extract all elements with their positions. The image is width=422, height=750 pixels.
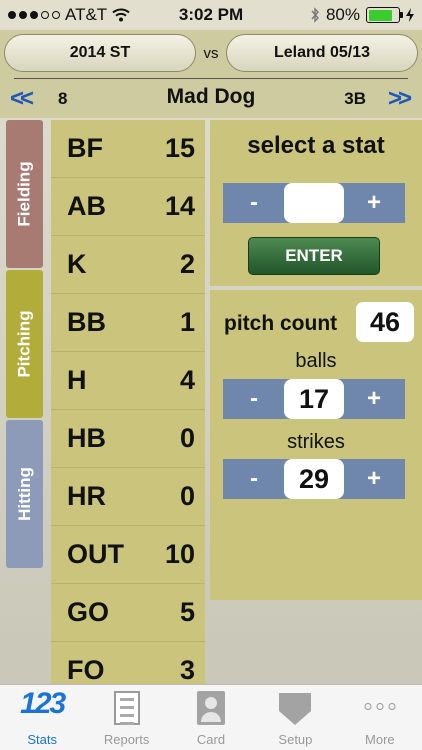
balls-decrement-button[interactable]: - (229, 379, 279, 419)
setup-icon (279, 693, 312, 725)
stat-row-hr[interactable]: HR 0 (51, 468, 205, 526)
stat-row-bb[interactable]: BB 1 (51, 294, 205, 352)
tab-more-label: More (365, 732, 395, 747)
pitch-count-value: 46 (356, 302, 414, 342)
stat-value: 0 (179, 423, 195, 453)
strikes-stepper: - 29 + (223, 459, 405, 499)
tab-hitting[interactable]: Hitting (6, 420, 43, 568)
bottom-tab-bar: 123 Stats Reports Card Setup More (0, 684, 422, 750)
balls-label: balls (295, 350, 337, 372)
enter-button[interactable]: ENTER (248, 237, 380, 275)
tab-stats-label: Stats (27, 732, 58, 747)
vs-label: vs (203, 45, 219, 62)
stat-value: 1 (179, 307, 195, 337)
stat-value: 5 (179, 597, 195, 627)
battery-percent: 80% (325, 5, 360, 24)
tab-setup-label: Setup (278, 732, 313, 747)
game-selector-button[interactable]: Leland 05/13 (226, 34, 418, 72)
header-divider (14, 78, 408, 79)
tab-reports[interactable]: Reports (84, 685, 168, 750)
bluetooth-icon (311, 7, 319, 23)
stat-row-out[interactable]: OUT 10 (51, 526, 205, 584)
next-player-button[interactable]: >> (388, 85, 412, 113)
reports-icon (113, 691, 140, 725)
stat-value: 14 (164, 191, 195, 221)
stat-value-field[interactable] (284, 183, 344, 223)
stat-name: BB (67, 307, 106, 337)
stat-value: 10 (164, 539, 195, 569)
tab-reports-label: Reports (103, 732, 150, 747)
card-icon (197, 691, 226, 725)
balls-value: 17 (284, 379, 344, 419)
stat-row-bf[interactable]: BF 15 (51, 120, 205, 178)
battery-icon (366, 7, 403, 23)
stat-name: FO (67, 655, 105, 684)
stat-value: 3 (179, 655, 195, 684)
status-bar: AT&T 3:02 PM 80% (0, 0, 422, 30)
tab-fielding[interactable]: Fielding (6, 120, 43, 268)
stat-name: H (67, 365, 87, 395)
pitch-count-panel: pitch count 46 balls - 17 + strikes - 29… (210, 290, 422, 600)
stats-list[interactable]: BF 15 AB 14 K 2 BB 1 H 4 HB 0 HR 0 OUT 1… (51, 120, 205, 684)
stat-value: 15 (164, 133, 195, 163)
tab-setup[interactable]: Setup (253, 685, 337, 750)
stat-value: 4 (179, 365, 195, 395)
stat-name: HR (67, 481, 106, 511)
stat-row-ab[interactable]: AB 14 (51, 178, 205, 236)
balls-increment-button[interactable]: + (349, 379, 399, 419)
stat-name: GO (67, 597, 110, 627)
status-right: 80% (310, 5, 414, 25)
stat-value-stepper: - + (223, 183, 405, 223)
stat-name: K (67, 249, 87, 279)
stat-name: AB (67, 191, 106, 221)
strikes-increment-button[interactable]: + (349, 459, 399, 499)
stat-row-fo[interactable]: FO 3 (51, 642, 205, 684)
stat-increment-button[interactable]: + (349, 183, 399, 223)
more-icon (364, 703, 396, 710)
strikes-label: strikes (287, 431, 345, 453)
stat-row-h[interactable]: H 4 (51, 352, 205, 410)
tab-card-label: Card (196, 732, 226, 747)
player-position: 3B (344, 89, 366, 108)
balls-stepper: - 17 + (223, 379, 405, 419)
tab-hitting-label: Hitting (14, 467, 34, 521)
stat-value: 0 (179, 481, 195, 511)
stat-decrement-button[interactable]: - (229, 183, 279, 223)
tab-pitching[interactable]: Pitching (6, 270, 43, 418)
stat-name: BF (67, 133, 103, 163)
strikes-value: 29 (284, 459, 344, 499)
stat-row-go[interactable]: GO 5 (51, 584, 205, 642)
season-selector-button[interactable]: 2014 ST (4, 34, 196, 72)
tab-fielding-label: Fielding (14, 161, 34, 227)
select-stat-title: select a stat (247, 132, 385, 159)
stat-value: 2 (179, 249, 195, 279)
strikes-decrement-button[interactable]: - (229, 459, 279, 499)
pitch-count-label: pitch count (224, 312, 338, 335)
tab-pitching-label: Pitching (14, 310, 34, 378)
tab-card[interactable]: Card (169, 685, 253, 750)
tab-stats[interactable]: 123 Stats (0, 685, 84, 750)
stat-name: OUT (67, 539, 124, 569)
charging-icon (406, 8, 414, 22)
tab-more[interactable]: More (338, 685, 422, 750)
stat-name: HB (67, 423, 106, 453)
stat-row-hb[interactable]: HB 0 (51, 410, 205, 468)
stat-row-k[interactable]: K 2 (51, 236, 205, 294)
select-stat-panel: select a stat - + ENTER (210, 120, 422, 286)
stats-icon: 123 (20, 687, 66, 720)
game-header: 2014 ST vs Leland 05/13 << 8 Mad Dog 3B … (0, 30, 422, 118)
